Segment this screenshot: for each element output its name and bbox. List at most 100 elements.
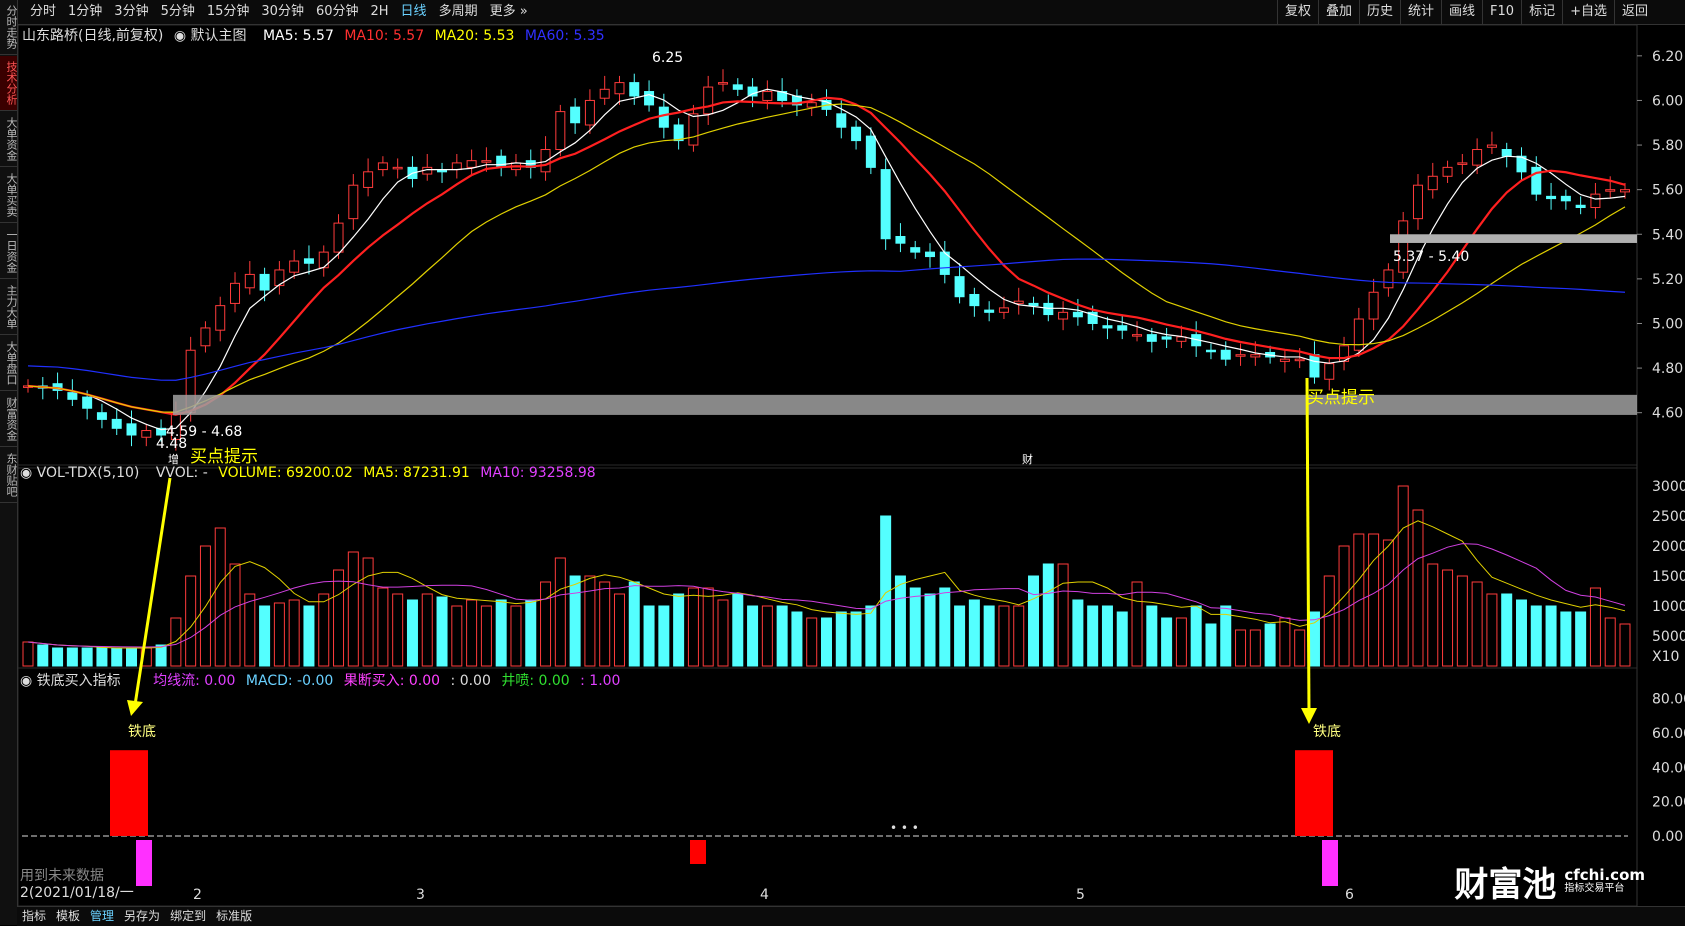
candlestick-series <box>23 69 1630 451</box>
sidebar-tab-5[interactable]: 主力大单 <box>0 280 18 335</box>
volume-bar <box>954 605 966 667</box>
tool-button-0[interactable]: 复权 <box>1276 0 1318 24</box>
top-toolbar: 分时 1分钟 3分钟 5分钟 15分钟 30分钟 60分钟 2H 日线 多周期 更多 » 复权 叠加历… <box>0 0 1685 25</box>
tool-button-3[interactable]: 统计 <box>1400 0 1441 24</box>
arrow-2-head <box>1301 708 1317 724</box>
indicator-tick-label: 80.00 <box>1652 692 1685 708</box>
price-tick-label: 6.20 <box>1652 49 1683 65</box>
candle-body <box>259 273 270 291</box>
candle-body <box>318 251 329 269</box>
tool-button-5[interactable]: F10 <box>1482 0 1521 24</box>
left-sidebar: 分时走势 技术分析 大单资金 大单买卖 一日资金 主力大单 大单盘口 财富资金 东财贴吧 <box>0 0 18 925</box>
period-tab-5[interactable]: 30分钟 <box>255 0 310 24</box>
candle-body <box>1353 318 1364 351</box>
price-tick-label: 5.80 <box>1652 138 1683 154</box>
candle-body <box>230 282 241 304</box>
volume-bar <box>22 641 34 667</box>
volume-bar <box>406 599 418 667</box>
tool-button-2[interactable]: 历史 <box>1358 0 1400 24</box>
volume-bar <box>1397 485 1409 667</box>
sidebar-tab-0[interactable]: 分时走势 <box>0 0 18 55</box>
candle-body <box>481 160 492 163</box>
ma60-label: MA60: 5.35 <box>524 28 605 44</box>
sidebar-tab-4[interactable]: 一日资金 <box>0 224 18 279</box>
stock-title: 山东路桥(日线,前复权) <box>22 28 164 44</box>
volume-bar <box>643 605 655 667</box>
zone1-label: 4.59 - 4.68 <box>166 424 242 440</box>
candle-body <box>303 258 314 264</box>
tool-button-8[interactable]: 返回 <box>1613 0 1655 24</box>
ma10-label: MA10: 5.57 <box>344 28 425 44</box>
volume-tick-label: 10000 <box>1652 599 1685 615</box>
volume-bar <box>1013 605 1025 667</box>
right-tools: 复权 叠加 历史 统计 画线 F10 标记 +自选 返回 <box>1276 0 1655 24</box>
volume-bar <box>214 527 226 667</box>
volume-label: VOLUME: 69200.02 <box>218 465 353 481</box>
candle-body <box>540 149 551 173</box>
period-tab-6[interactable]: 60分钟 <box>310 0 365 24</box>
volume-bar <box>1412 509 1424 667</box>
indicator-name[interactable]: ◉ 铁底买入指标 <box>20 673 127 689</box>
period-tab-3[interactable]: 5分钟 <box>155 0 201 24</box>
bottom-tab-1[interactable]: 模板 <box>51 907 85 926</box>
volume-bar <box>1427 563 1439 667</box>
bottom-tab-0[interactable]: 指标 <box>17 907 51 926</box>
period-tab-8[interactable]: 日线 <box>395 0 433 24</box>
iron-bottom-label-1: 铁底 <box>128 724 156 740</box>
marker-cai: 财 <box>1022 452 1033 466</box>
candle-body <box>1235 354 1246 357</box>
period-tab-7[interactable]: 2H <box>365 0 395 24</box>
volume-bar <box>747 605 759 667</box>
sidebar-tab-7[interactable]: 财富资金 <box>0 392 18 447</box>
volume-bar <box>495 599 507 667</box>
period-tab-2[interactable]: 3分钟 <box>108 0 154 24</box>
candle-body <box>880 169 891 240</box>
sidebar-tab-3[interactable]: 大单买卖 <box>0 168 18 223</box>
volume-indicator-name[interactable]: ◉ VOL-TDX(5,10) <box>20 465 145 481</box>
volume-bar <box>1205 623 1217 667</box>
candle-body <box>1368 291 1379 320</box>
volume-bar <box>1382 539 1394 667</box>
bottom-tab-4[interactable]: 绑定到 <box>165 907 211 926</box>
volume-bar <box>968 599 980 667</box>
period-tab-10[interactable]: 更多 » <box>484 0 534 24</box>
bottom-tab-3[interactable]: 另存为 <box>119 907 165 926</box>
period-tab-4[interactable]: 15分钟 <box>201 0 256 24</box>
sidebar-tab-8[interactable]: 东财贴吧 <box>0 448 18 503</box>
signal-bar-3 <box>1322 840 1338 886</box>
candle-body <box>451 162 462 171</box>
volume-bar <box>1131 581 1143 667</box>
candle-body <box>1412 184 1423 220</box>
tool-button-4[interactable]: 画线 <box>1441 0 1482 24</box>
volume-bar <box>288 599 300 667</box>
candle-body <box>658 106 669 128</box>
kline-chart[interactable]: 6.20 6.00 5.80 5.60 5.40 5.20 5.00 4.80 4.60 3000… <box>0 0 1685 925</box>
bottom-tab-2[interactable]: 管理 <box>85 907 119 926</box>
sidebar-tab-6[interactable]: 大单盘口 <box>0 336 18 391</box>
period-tab-9[interactable]: 多周期 <box>433 0 484 24</box>
volume-bar <box>1175 617 1187 667</box>
candle-body <box>1501 149 1512 157</box>
period-tabs: 分时 1分钟 3分钟 5分钟 15分钟 30分钟 60分钟 2H 日线 多周期 更多 » <box>24 0 534 24</box>
period-tab-1[interactable]: 1分钟 <box>62 0 108 24</box>
x-axis-label: 6 <box>1345 887 1354 903</box>
sidebar-tab-2[interactable]: 大单资金 <box>0 112 18 167</box>
sidebar-tab-1[interactable]: 技术分析 <box>0 56 18 111</box>
template-dropdown[interactable]: ◉ 默认主图 <box>174 28 253 44</box>
volume-bar <box>1515 599 1527 667</box>
tool-button-6[interactable]: 标记 <box>1521 0 1562 24</box>
volume-bar <box>347 551 359 667</box>
candle-body <box>703 86 714 115</box>
volume-bar <box>1057 563 1069 667</box>
tool-button-7[interactable]: +自选 <box>1562 0 1614 24</box>
candle-body <box>673 124 684 142</box>
price-tick-label: 5.00 <box>1652 316 1683 332</box>
volume-bar <box>1190 605 1202 667</box>
tool-button-1[interactable]: 叠加 <box>1317 0 1359 24</box>
bottom-tab-5[interactable]: 标准版 <box>211 907 257 926</box>
volume-bar <box>1323 575 1335 667</box>
volume-bar <box>821 617 832 667</box>
period-tab-0[interactable]: 分时 <box>24 0 62 24</box>
volume-legend: ◉ VOL-TDX(5,10) VVOL: - VOLUME: 69200.02… <box>20 465 602 481</box>
vvol-label: VVOL: - <box>155 465 208 481</box>
